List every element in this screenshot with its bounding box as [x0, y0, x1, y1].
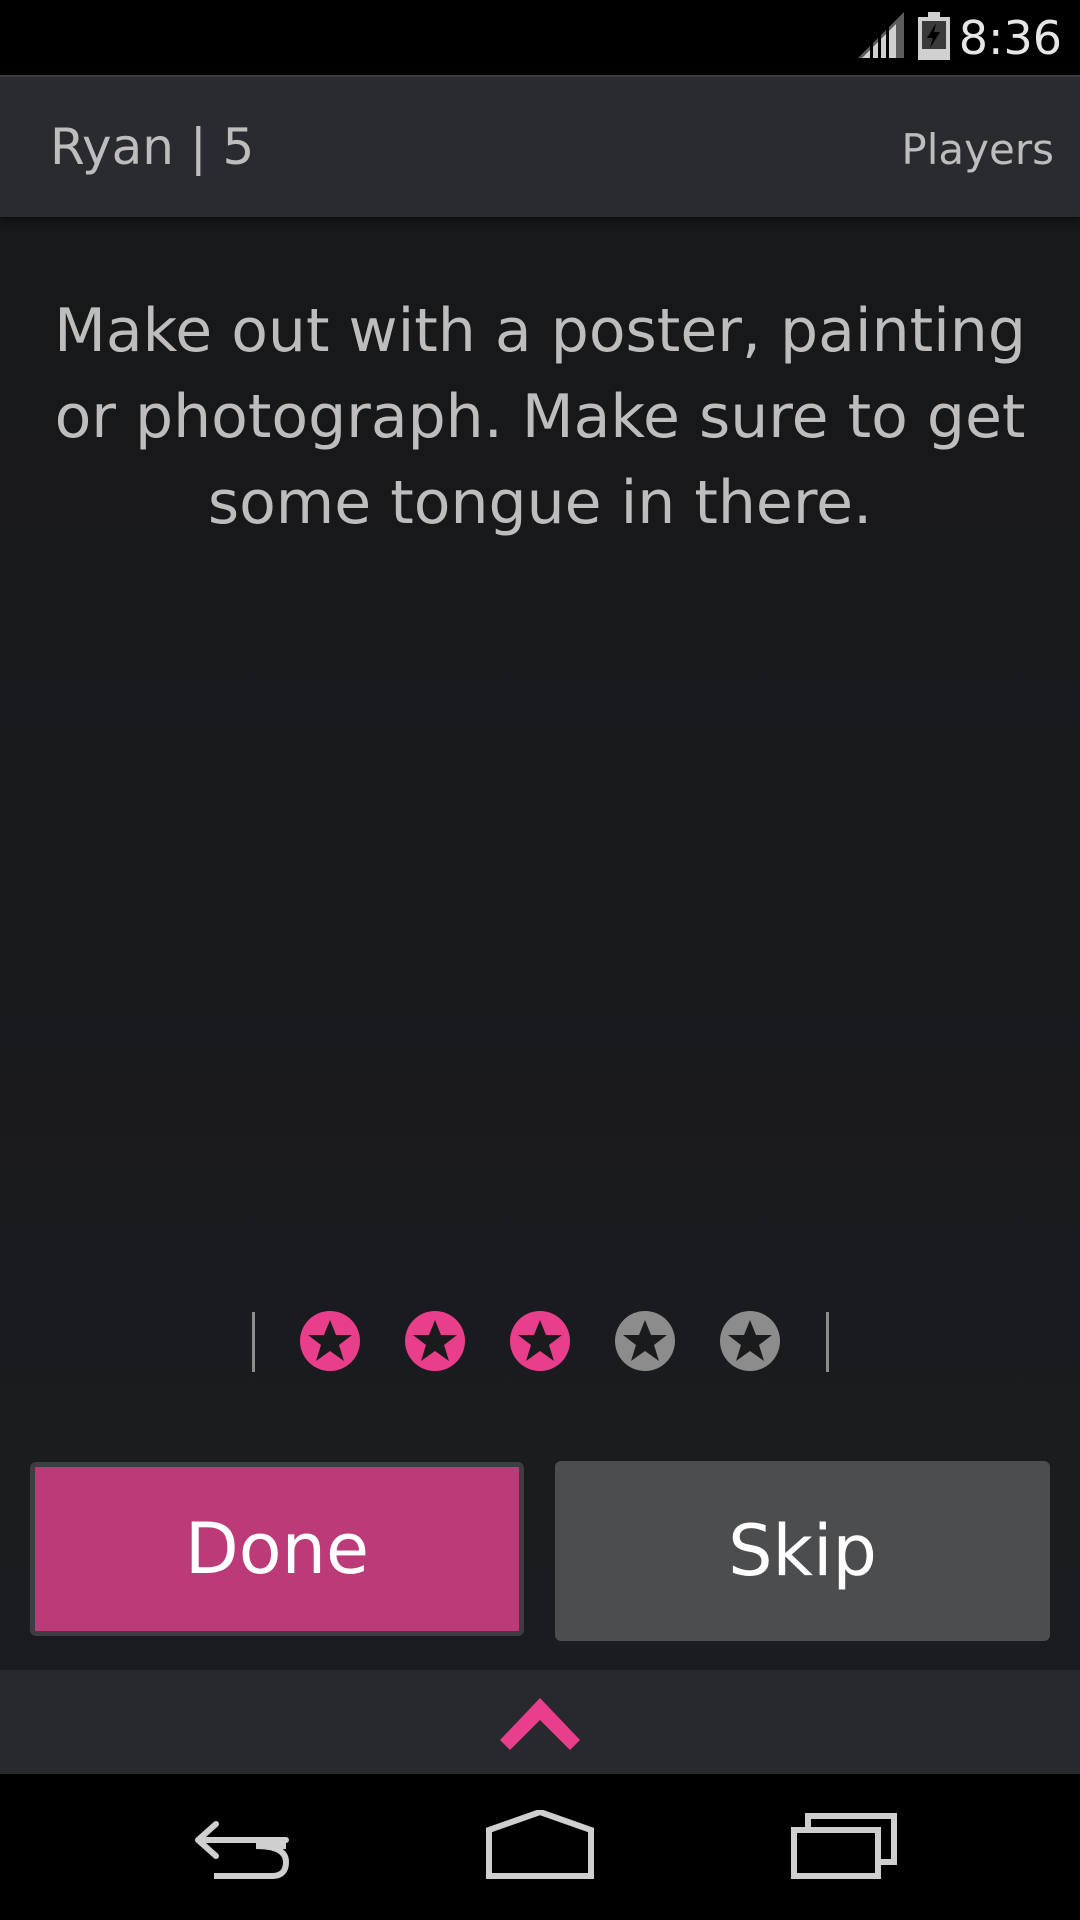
status-time: 8:36 [958, 11, 1062, 65]
system-nav-bar [0, 1774, 1080, 1920]
star-5-icon[interactable] [719, 1310, 781, 1372]
home-icon[interactable] [485, 1810, 595, 1880]
star-rating [0, 1310, 1080, 1374]
dare-prompt-text: Make out with a poster, painting or phot… [54, 296, 1026, 538]
players-button[interactable]: Players [901, 125, 1054, 175]
done-button[interactable]: Done [30, 1462, 524, 1636]
star-2-icon[interactable] [404, 1310, 466, 1372]
app-screen: 8:36 Ryan | 5 Players Make out with a po… [0, 0, 1080, 1920]
rating-left-divider [252, 1312, 255, 1372]
back-icon[interactable] [186, 1810, 296, 1880]
skip-button[interactable]: Skip [555, 1461, 1050, 1641]
chevron-up-icon[interactable] [500, 1694, 580, 1750]
current-player-label: Ryan | 5 [50, 118, 255, 176]
recents-icon[interactable] [790, 1810, 900, 1880]
battery-charging-icon [918, 12, 950, 60]
rating-right-divider [826, 1312, 829, 1372]
bottom-drawer-handle[interactable] [0, 1670, 1080, 1774]
star-1-icon[interactable] [299, 1310, 361, 1372]
star-3-icon[interactable] [509, 1310, 571, 1372]
star-4-icon[interactable] [614, 1310, 676, 1372]
status-bar: 8:36 [0, 0, 1080, 75]
app-header: Ryan | 5 Players [0, 75, 1080, 217]
signal-icon [858, 12, 904, 58]
